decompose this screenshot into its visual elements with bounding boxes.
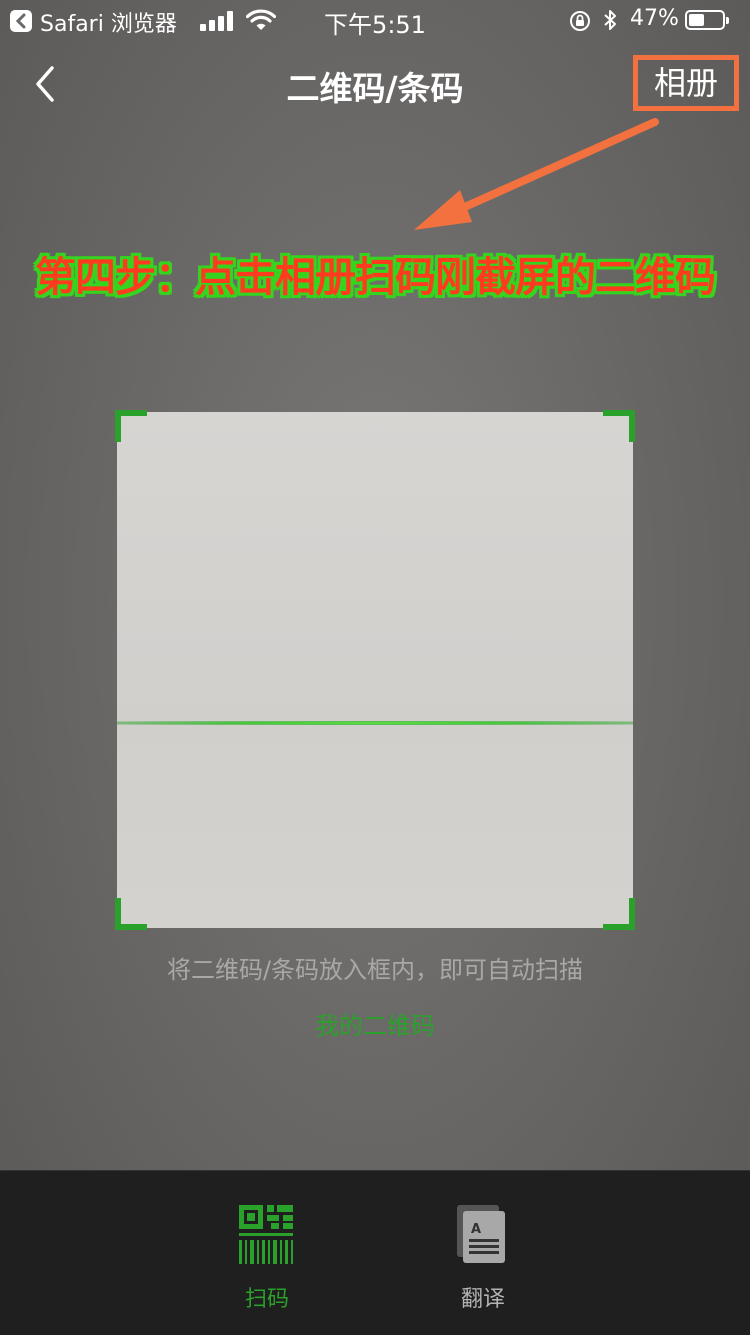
frame-corner — [603, 410, 635, 442]
translate-document-icon: A — [457, 1205, 505, 1263]
scan-hint: 将二维码/条码放入框内，即可自动扫描 — [166, 956, 584, 984]
orientation-lock-icon — [570, 11, 590, 31]
tab-translate[interactable]: A 翻译 — [423, 1171, 543, 1335]
bottom-tab-bar: 扫码 A 翻译 — [0, 1170, 750, 1335]
battery-percent: 47% — [630, 6, 679, 31]
tab-translate-label: 翻译 — [460, 1287, 505, 1312]
qr-barcode-icon — [239, 1205, 293, 1264]
battery-icon — [685, 10, 729, 30]
tab-scan[interactable]: 扫码 — [207, 1171, 327, 1335]
tab-scan-label: 扫码 — [244, 1287, 289, 1312]
annotation-arrow — [414, 118, 659, 230]
frame-corner — [115, 898, 147, 930]
frame-corner — [115, 410, 147, 442]
svg-text:A: A — [471, 1222, 481, 1237]
status-bar: Safari 浏览器 下午5:51 47% — [0, 0, 750, 40]
frame-corner — [603, 898, 635, 930]
scan-line — [117, 721, 633, 725]
scan-frame — [115, 410, 635, 930]
bluetooth-icon — [604, 10, 616, 30]
album-button[interactable]: 相册 — [633, 55, 739, 111]
annotation-caption: 第四步：点击相册扫码刚截屏的二维码 — [35, 253, 716, 301]
my-qr-code-link[interactable]: 我的二维码 — [0, 1006, 750, 1041]
